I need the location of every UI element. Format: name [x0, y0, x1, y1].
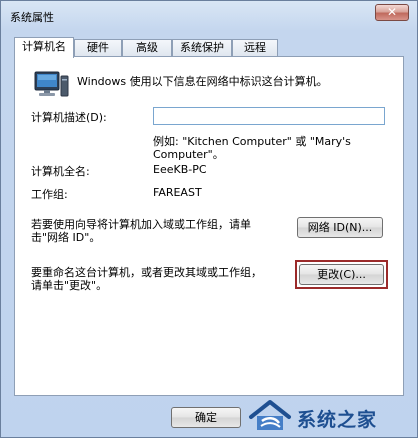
full-name-value: EeeKB-PC	[153, 163, 207, 176]
tab-advanced[interactable]: 高级	[122, 39, 172, 56]
computer-name-panel: Windows 使用以下信息在网络中标识这台计算机。 计算机描述(D): 例如:…	[14, 56, 404, 396]
workgroup-value: FAREAST	[153, 186, 202, 199]
close-icon: ✕	[386, 5, 398, 19]
computer-description-input[interactable]	[153, 107, 385, 125]
tab-computer-name[interactable]: 计算机名	[14, 37, 74, 58]
window-title: 系统属性	[10, 11, 54, 24]
intro-text: Windows 使用以下信息在网络中标识这台计算机。	[77, 75, 328, 88]
tab-hardware[interactable]: 硬件	[74, 39, 122, 56]
change-button[interactable]: 更改(C)...	[299, 264, 384, 285]
house-logo-icon	[249, 400, 291, 430]
full-name-label: 计算机全名:	[31, 165, 90, 178]
close-button[interactable]: ✕	[375, 4, 409, 21]
watermark-text: 系统之家	[297, 409, 378, 431]
tab-remote[interactable]: 远程	[232, 39, 278, 56]
example-text-line2: Computer"。	[153, 148, 224, 161]
ok-button[interactable]: 确定	[171, 407, 241, 428]
workgroup-label: 工作组:	[31, 188, 68, 201]
description-label: 计算机描述(D):	[31, 111, 107, 124]
network-id-button[interactable]: 网络 ID(N)...	[297, 217, 383, 238]
system-properties-window: 系统属性 ✕ 计算机名 硬件 高级 系统保护 远程 Windows 使用以下信息…	[0, 0, 418, 438]
tab-system-protection[interactable]: 系统保护	[172, 39, 232, 56]
computer-icon	[34, 71, 69, 97]
title-bar[interactable]: 系统属性 ✕	[1, 1, 417, 31]
wizard-text-line2: 击"网络 ID"。	[31, 231, 101, 244]
site-watermark: 系统之家	[243, 399, 411, 433]
rename-text-line2: 请单击"更改"。	[31, 279, 108, 292]
